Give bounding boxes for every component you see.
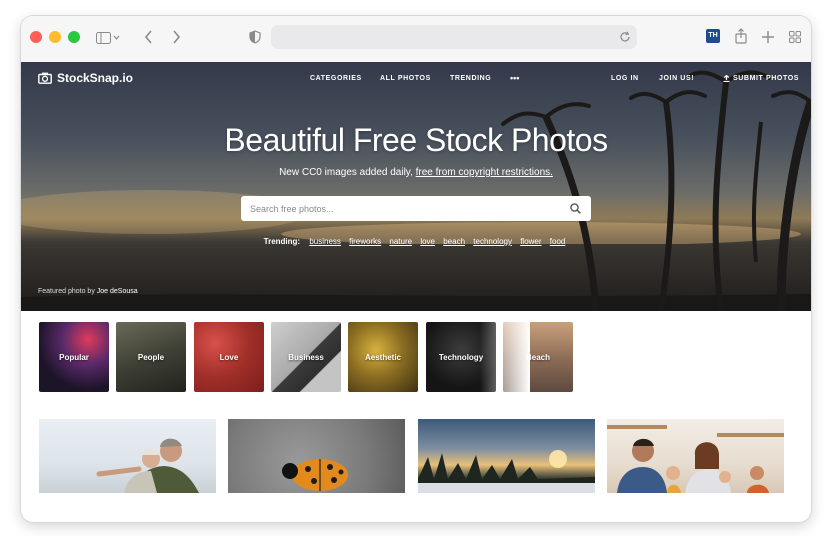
category-love[interactable]: Love (194, 322, 264, 392)
trending-tag[interactable]: flower (520, 237, 541, 246)
hero-section: StockSnap.io CATEGORIES ALL PHOTOS TREND… (21, 62, 811, 311)
trending-tag[interactable]: fireworks (349, 237, 381, 246)
back-icon[interactable] (144, 30, 154, 47)
reload-icon[interactable] (619, 30, 631, 46)
nav-trending[interactable]: TRENDING (450, 75, 491, 82)
photo-thumbnail[interactable] (418, 419, 595, 493)
category-people[interactable]: People (116, 322, 186, 392)
site-logo[interactable]: StockSnap.io (38, 71, 133, 85)
photo-credit-author[interactable]: Joe deSousa (97, 288, 138, 295)
tab-overview-icon[interactable] (789, 30, 801, 46)
search-icon[interactable] (570, 203, 581, 214)
category-popular[interactable]: Popular (39, 322, 109, 392)
category-label: People (137, 352, 165, 362)
photo-credit: Featured photo by Joe deSousa (38, 288, 138, 295)
address-bar[interactable] (271, 25, 637, 49)
category-label: Aesthetic (364, 352, 401, 362)
share-icon[interactable] (735, 28, 747, 47)
hero-subtitle-text: New CC0 images added daily, (279, 167, 416, 178)
trending-tag[interactable]: business (309, 237, 341, 246)
category-label: Popular (59, 352, 89, 362)
category-business[interactable]: Business (271, 322, 341, 392)
category-label: Technology (438, 352, 484, 362)
privacy-shield-icon[interactable] (249, 30, 261, 47)
trending-tag[interactable]: food (550, 237, 566, 246)
trending-tag[interactable]: beach (443, 237, 465, 246)
category-aesthetic[interactable]: Aesthetic (348, 322, 418, 392)
category-label: Love (219, 352, 239, 362)
new-tab-icon[interactable] (762, 30, 774, 46)
search-box (241, 196, 591, 221)
photo-thumbnail[interactable] (607, 419, 784, 493)
hero-background-image (21, 70, 811, 311)
minimize-window-button[interactable] (49, 31, 61, 43)
zoom-window-button[interactable] (68, 31, 80, 43)
nav-categories[interactable]: CATEGORIES (310, 75, 362, 82)
forward-icon[interactable] (171, 30, 181, 47)
upload-icon (723, 75, 730, 82)
nav-more-menu[interactable]: ••• (510, 73, 519, 83)
browser-toolbar: TH (21, 16, 811, 63)
photo-family-kitchen (607, 425, 784, 493)
photo-thumbnail[interactable] (228, 419, 405, 493)
photo-ladybug (282, 459, 348, 491)
close-window-button[interactable] (30, 31, 42, 43)
trending-tag[interactable]: nature (389, 237, 412, 246)
copyright-link[interactable]: free from copyright restrictions. (416, 167, 553, 178)
hero-title: Beautiful Free Stock Photos (224, 122, 608, 158)
trending-tag[interactable]: technology (473, 237, 512, 246)
category-scroll-fade (480, 322, 530, 392)
photo-elderly-couple (96, 438, 199, 493)
hero-subtitle: New CC0 images added daily, free from co… (21, 167, 811, 178)
photo-credit-prefix: Featured photo by (38, 288, 97, 295)
nav-submit-photos[interactable]: SUBMIT PHOTOS (723, 75, 799, 82)
photo-thumbnail[interactable] (39, 419, 216, 493)
site-logo-text: StockSnap.io (57, 71, 134, 85)
nav-login[interactable]: LOG IN (611, 75, 639, 82)
photo-sunset-forest (418, 450, 595, 493)
category-label: Business (288, 352, 324, 362)
extension-icon[interactable]: TH (706, 29, 720, 43)
nav-join[interactable]: JOIN US! (659, 75, 694, 82)
trending-tag[interactable]: love (420, 237, 435, 246)
trending-bar: Trending: business fireworks nature love… (21, 237, 811, 246)
nav-all-photos[interactable]: ALL PHOTOS (380, 75, 431, 82)
sidebar-toggle-icon[interactable] (96, 31, 120, 47)
search-input[interactable] (250, 196, 550, 221)
trending-label: Trending: (263, 237, 301, 246)
camera-icon (38, 72, 52, 84)
nav-submit-label: SUBMIT PHOTOS (733, 75, 800, 82)
